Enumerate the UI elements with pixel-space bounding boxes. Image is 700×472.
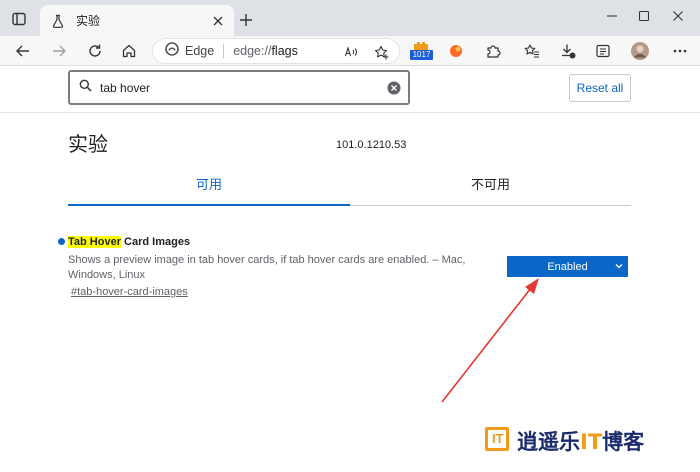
tab-strip: 实验 — [0, 0, 700, 36]
version-label: 101.0.1210.53 — [336, 139, 407, 151]
search-icon — [79, 79, 92, 97]
new-tab-button[interactable] — [235, 9, 257, 31]
flag-title-rest: Card Images — [120, 236, 191, 248]
edge-logo-icon — [165, 41, 179, 61]
minimize-button[interactable] — [597, 4, 627, 28]
address-separator — [223, 44, 225, 58]
watermark-logo: IT — [485, 427, 509, 451]
flag-title: Tab Hover Card Images — [68, 236, 190, 248]
forward-button[interactable] — [47, 39, 71, 63]
maximize-button[interactable] — [629, 4, 659, 28]
url-text: edge://flags — [233, 44, 298, 58]
flask-icon — [50, 13, 66, 29]
flag-select-value: Enabled — [547, 260, 588, 273]
collections-icon[interactable] — [591, 39, 615, 63]
extensions-puzzle-icon[interactable] — [481, 39, 505, 63]
downloads-icon[interactable] — [556, 39, 580, 63]
browser-brand-label: Edge — [185, 44, 215, 58]
profile-avatar[interactable] — [628, 39, 652, 63]
clear-search-icon[interactable] — [387, 81, 401, 95]
flag-permalink[interactable]: #tab-hover-card-images — [71, 286, 188, 298]
more-menu-icon[interactable] — [668, 39, 692, 63]
tab-actions-icon[interactable] — [8, 8, 30, 30]
flag-description: Shows a preview image in tab hover cards… — [68, 254, 466, 281]
extension-badge: 1017 — [410, 50, 433, 60]
flag-modified-dot — [58, 238, 65, 245]
watermark-text: 逍遥乐IT博客 — [517, 430, 645, 454]
flag-title-highlight: Tab Hover — [68, 236, 121, 248]
header-divider — [0, 112, 700, 113]
back-button[interactable] — [11, 39, 35, 63]
tab-title: 实验 — [76, 14, 101, 28]
page-title: 实验 — [68, 132, 108, 156]
close-tab-icon[interactable] — [210, 13, 226, 29]
tab-unavailable[interactable]: 不可用 — [350, 172, 631, 205]
browser-tab[interactable]: 实验 — [40, 5, 234, 36]
address-bar[interactable]: Edge edge://flags — [152, 38, 400, 64]
flag-state-select[interactable]: Enabled — [507, 256, 628, 277]
favorites-icon[interactable] — [520, 39, 544, 63]
watermark: IT 逍遥乐IT博客 — [485, 422, 685, 462]
chevron-down-icon — [614, 261, 624, 271]
browser-toolbar: Edge edge://flags 1017 — [0, 36, 700, 66]
search-input[interactable]: tab hover — [100, 81, 387, 95]
home-button[interactable] — [117, 39, 141, 63]
refresh-button[interactable] — [83, 39, 107, 63]
tab-available[interactable]: 可用 — [68, 172, 350, 205]
extension-2-icon[interactable] — [444, 39, 468, 63]
active-tab-indicator — [68, 204, 350, 206]
read-aloud-icon[interactable] — [343, 44, 359, 60]
reset-all-button[interactable]: Reset all — [569, 74, 631, 102]
add-favorite-icon[interactable] — [373, 44, 389, 60]
close-window-button[interactable] — [663, 4, 693, 28]
flags-search-box[interactable]: tab hover — [68, 70, 410, 105]
